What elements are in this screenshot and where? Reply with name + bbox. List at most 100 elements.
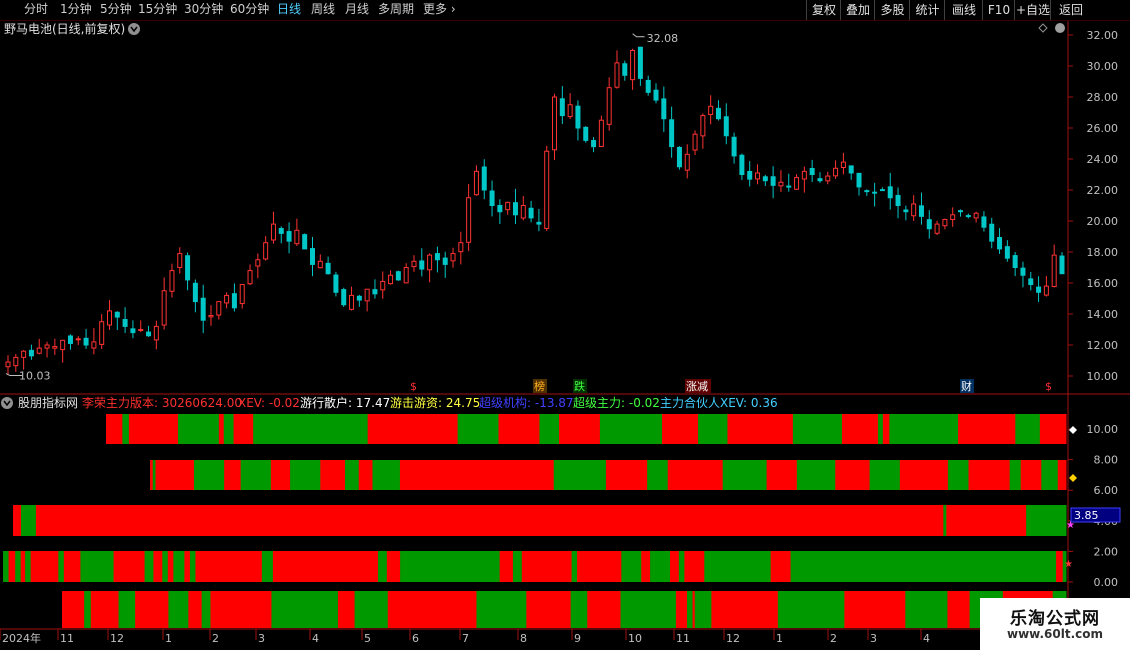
band-segment (457, 414, 500, 444)
price-tick-label-11: 10.00 (1087, 370, 1119, 383)
candle-body (364, 288, 370, 302)
candle-body (200, 297, 206, 321)
row-marker-star-magenta: ★ (1066, 520, 1075, 531)
chart-canvas: 野马电池(日线,前复权) 32.0030.0028.0026.0024.0022.… (0, 21, 1130, 650)
band-segment (184, 551, 191, 582)
candle-body (106, 310, 112, 326)
time-label-15: 1 (776, 632, 783, 645)
candle-body (794, 177, 800, 190)
candle-body (99, 321, 105, 345)
candle-body (895, 194, 901, 206)
band-segment (1039, 414, 1067, 444)
candle-body (825, 175, 831, 182)
candle-body (942, 218, 948, 227)
band-segment (240, 460, 272, 490)
band-segment (224, 460, 242, 490)
time-label-10: 8 (520, 632, 527, 645)
candle-body (302, 234, 308, 250)
candle-body (1004, 246, 1010, 259)
indicator-name: 股朋指标网 (18, 395, 78, 410)
band-segment (8, 551, 16, 582)
indicator-dropdown-icon (1, 397, 13, 409)
candle-body (567, 104, 573, 118)
candle-body (356, 295, 362, 301)
band-segment (1041, 460, 1059, 490)
period-tab-10[interactable]: 更多 › (423, 1, 456, 18)
ind-tick-label-2: 6.00 (1094, 484, 1119, 497)
period-tab-0[interactable]: 分时 (24, 1, 48, 18)
candle-body (481, 166, 487, 191)
period-tab-9[interactable]: 多周期 (378, 1, 414, 18)
candle-body (28, 349, 34, 357)
candle-body (669, 119, 675, 148)
time-label-5: 3 (258, 632, 265, 645)
candle-body (692, 133, 698, 151)
candle-body (403, 267, 409, 284)
band-segment (641, 551, 651, 582)
period-tab-3[interactable]: 15分钟 (138, 1, 177, 18)
period-tab-2[interactable]: 5分钟 (100, 1, 132, 18)
period-tab-7[interactable]: 周线 (311, 1, 335, 18)
toolbar-button-1[interactable]: 叠加 (840, 0, 875, 20)
toolbar-button-7[interactable]: 返回 (1050, 0, 1091, 20)
band-segment (153, 551, 163, 582)
candle-body (278, 228, 284, 234)
band-segment (599, 414, 663, 444)
band-segment (270, 460, 291, 490)
candle-body (1043, 285, 1049, 296)
candle-body (473, 170, 479, 196)
period-tab-1[interactable]: 1分钟 (60, 1, 92, 18)
period-tab-4[interactable]: 30分钟 (184, 1, 223, 18)
time-label-7: 5 (364, 632, 371, 645)
band-segment (193, 460, 225, 490)
candle-body (778, 181, 784, 187)
band-segment (943, 505, 947, 536)
diamond-icon (1038, 23, 1048, 33)
ind-tick-label-1: 8.00 (1094, 454, 1119, 467)
band-segment (667, 460, 724, 490)
price-tick-label-3: 26.00 (1087, 122, 1119, 135)
toolbar-button-0[interactable]: 复权 (806, 0, 841, 20)
time-label-14: 12 (726, 632, 740, 645)
candle-body (36, 347, 42, 354)
candle-body (177, 253, 183, 268)
band-segment (261, 551, 274, 582)
band-segment (792, 414, 843, 444)
price-tick-label-5: 22.00 (1087, 184, 1119, 197)
toolbar-button-2[interactable]: 多股 (874, 0, 910, 20)
candle-body (458, 242, 464, 253)
band-segment (345, 460, 360, 490)
toolbar-button-6[interactable]: +自选 (1014, 0, 1051, 20)
time-label-3: 1 (165, 632, 172, 645)
candle-body (395, 271, 401, 281)
band-segment (882, 414, 890, 444)
candle-body (973, 212, 979, 219)
candle-body (856, 172, 862, 188)
candle-body (411, 260, 417, 268)
band-segment (58, 551, 65, 582)
candle-body (918, 205, 924, 217)
band-segment (577, 551, 622, 582)
candle-body (489, 190, 495, 207)
toolbar-button-3[interactable]: 统计 (909, 0, 945, 20)
candle-body (700, 115, 706, 137)
value-tag-text: 3.85 (1074, 509, 1099, 522)
candle-body (606, 87, 612, 125)
period-tab-8[interactable]: 月线 (345, 1, 369, 18)
band-segment (122, 414, 130, 444)
candle-body (450, 253, 456, 262)
toolbar-button-4[interactable]: 画线 (944, 0, 983, 20)
band-segment (337, 591, 356, 628)
candle-body (981, 216, 987, 228)
row-marker-yellow (1069, 474, 1077, 482)
toolbar-button-5[interactable]: F10 (982, 0, 1015, 20)
candle-body (676, 146, 682, 168)
band-segment (177, 414, 220, 444)
candle-body (52, 346, 58, 349)
candle-body (1051, 254, 1057, 288)
band-segment (946, 505, 1027, 536)
period-tab-5[interactable]: 60分钟 (230, 1, 269, 18)
candle-body (294, 229, 300, 245)
band-segment (210, 591, 272, 628)
period-tab-6[interactable]: 日线 (277, 1, 301, 18)
